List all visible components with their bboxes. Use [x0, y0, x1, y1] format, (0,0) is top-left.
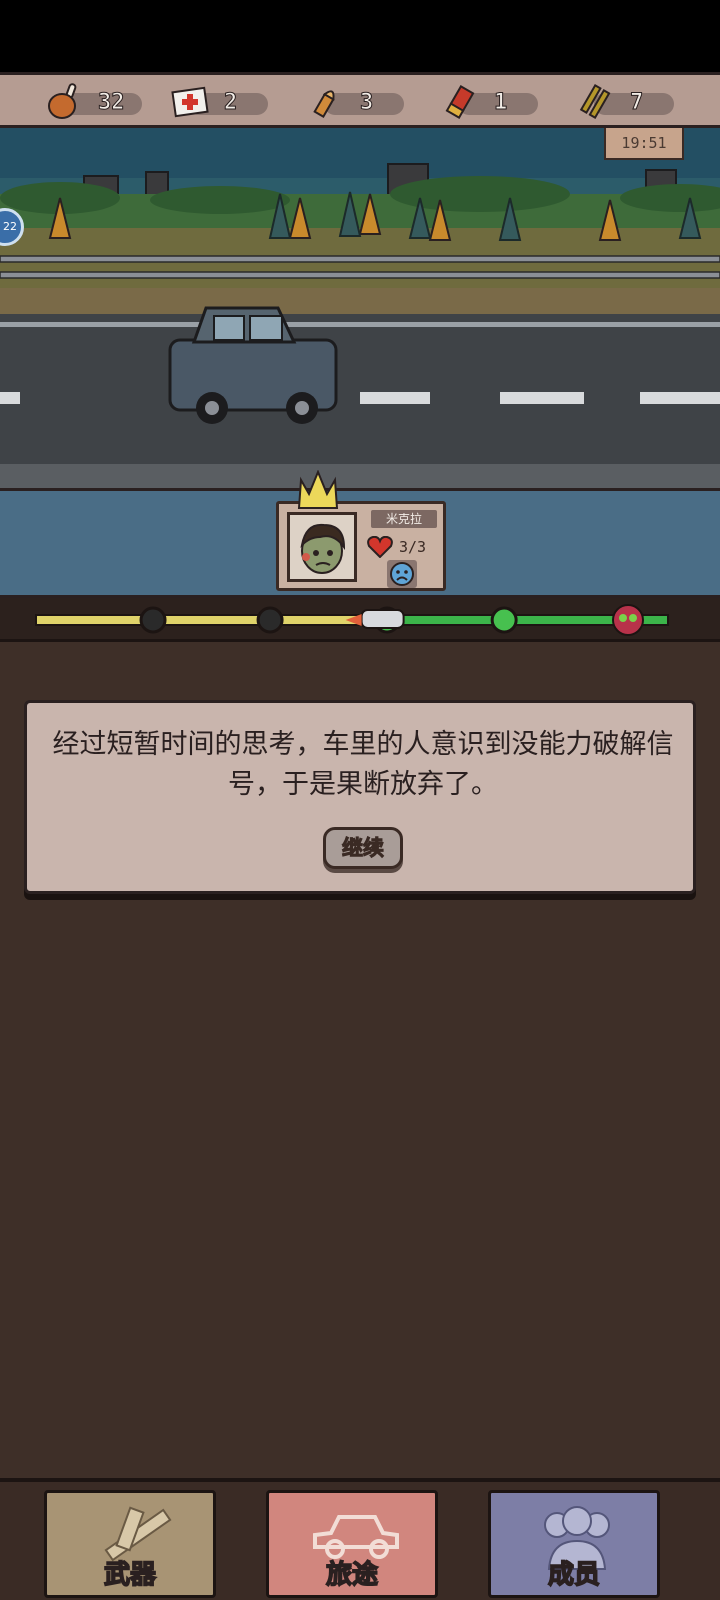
bullet-count: 3 [359, 89, 374, 115]
skull-eye-right [629, 614, 637, 622]
tab-members-label: 成员 [547, 1559, 601, 1591]
member-health: 3/3 [367, 536, 426, 558]
tab-journey-label: 旅途 [325, 1559, 379, 1591]
skull-eye-left [619, 614, 627, 622]
resource-medkit: 2 [170, 83, 268, 121]
rifle-ammo-icon [579, 84, 611, 119]
road-scene-illustration [0, 128, 720, 488]
medkit-count: 2 [223, 89, 238, 115]
resource-bullets: 3 [306, 83, 404, 121]
medkit-icon [171, 86, 209, 118]
continue-button[interactable]: 继续 [323, 827, 403, 869]
progress-car-marker [360, 609, 405, 629]
progress-checkpoint [139, 606, 167, 634]
party-panel: 米克拉 3/3 [0, 470, 720, 598]
resource-food: 32 [44, 83, 142, 121]
journey-progress-bar [35, 604, 669, 636]
resource-bar: 32 2 3 1 7 [0, 72, 720, 128]
time-sign: 19:51 [604, 128, 684, 160]
rifle-ammo-count: 7 [629, 89, 644, 115]
tab-members[interactable]: 成员 [488, 1490, 660, 1598]
member-hp: 3/3 [399, 538, 427, 556]
member-portrait [287, 512, 357, 582]
resource-shells: 1 [440, 83, 538, 121]
member-mood [387, 560, 417, 588]
crown-icon [297, 470, 339, 509]
member-card[interactable]: 米克拉 3/3 [276, 470, 446, 591]
status-bar [0, 0, 720, 72]
bullet-icon [313, 90, 335, 118]
tab-weapons-label: 武器 [103, 1559, 157, 1591]
sad-face-icon [390, 562, 414, 586]
survivor-face-icon [300, 523, 346, 574]
shell-count: 1 [493, 89, 508, 115]
heart-icon [367, 536, 393, 558]
progress-checkpoint [256, 606, 284, 634]
skull-icon [612, 604, 644, 636]
tab-journey[interactable]: 旅途 [266, 1490, 438, 1598]
event-dialog: 经过短暂时间的思考，车里的人意识到没能力破解信号，于是果断放弃了。 继续 [24, 700, 696, 894]
game-scene[interactable]: 19:51 22 [0, 128, 720, 488]
resource-rifle-ammo: 7 [576, 83, 674, 121]
journey-progress [0, 598, 720, 642]
bottom-nav: 武器 旅途 成员 [0, 1478, 720, 1600]
food-count: 32 [98, 89, 125, 115]
meat-drumstick-icon [48, 83, 77, 119]
shotgun-shell-icon [445, 85, 475, 119]
tab-weapons[interactable]: 武器 [44, 1490, 216, 1598]
progress-checkpoint [490, 606, 518, 634]
member-name: 米克拉 [371, 510, 437, 528]
progress-done-segment [35, 614, 385, 626]
event-area: 经过短暂时间的思考，车里的人意识到没能力破解信号，于是果断放弃了。 继续 [0, 642, 720, 1478]
event-message: 经过短暂时间的思考，车里的人意识到没能力破解信号，于是果断放弃了。 [52, 729, 674, 800]
